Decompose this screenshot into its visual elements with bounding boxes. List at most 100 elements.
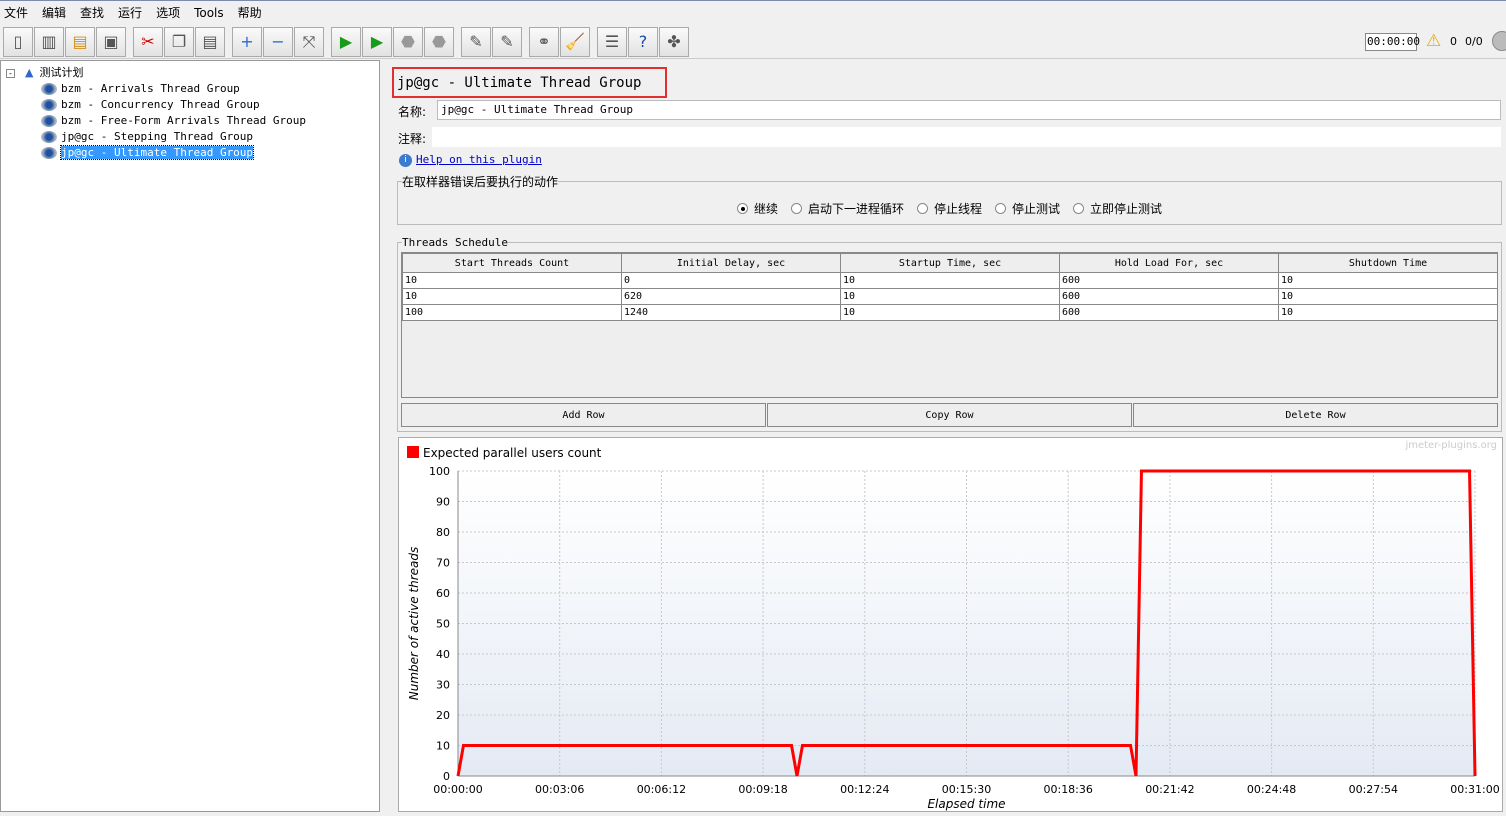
error-action-legend: 在取样器错误后要执行的动作 [402,175,559,189]
menu-item[interactable]: 文件 [4,4,28,21]
table-cell[interactable]: 10 [840,288,1060,305]
start-button[interactable]: ▶ [331,26,361,57]
page-title: jp@gc - Ultimate Thread Group [392,67,667,98]
legend-label: Expected parallel users count [423,446,602,460]
menu-item[interactable]: 帮助 [238,4,262,21]
radio-label: 立即停止测试 [1090,202,1163,216]
menu-item[interactable]: 运行 [118,4,142,21]
delete-row-button[interactable]: Delete Row [1133,403,1498,427]
menu-item[interactable]: 选项 [156,4,180,21]
radio-button[interactable] [791,203,802,214]
thread-group-icon [41,99,57,111]
search-button[interactable]: ⚭ [529,26,559,57]
table-row[interactable]: 100 1240 10 600 10 [402,304,1498,321]
cut-icon: ✂ [141,32,155,51]
table-row[interactable]: 10 0 10 600 10 [402,272,1498,289]
table-cell[interactable]: 10 [1278,272,1498,289]
copy-button[interactable]: ❐ [164,26,194,57]
y-tick-label: 40 [436,648,450,661]
flask-icon: ▲ [25,66,34,79]
table-cell[interactable]: 10 [1278,304,1498,321]
new-icon: ▯ [13,32,23,51]
tree-item[interactable]: bzm - Arrivals Thread Group [41,81,240,97]
tree-root-label: 测试计划 [39,66,84,79]
menu-item[interactable]: 查找 [80,4,104,21]
tree-item[interactable]: jp@gc - Ultimate Thread Group [41,145,255,161]
cut-button[interactable]: ✂ [133,26,163,57]
function-helper-icon: ☰ [604,32,620,51]
reset-search-icon: 🧹 [565,32,585,51]
templates-button[interactable]: ▥ [34,26,64,57]
open-button[interactable]: ▤ [65,26,95,57]
copy-row-button[interactable]: Copy Row [767,403,1132,427]
tree-root[interactable]: - ▲ 测试计划 [6,65,83,81]
radio-button[interactable] [737,203,748,214]
y-tick-label: 20 [436,709,450,722]
toggle-button[interactable]: ⤧ [294,26,324,57]
menu-item[interactable]: Tools [194,6,224,20]
stop-button[interactable]: ⬣ [393,26,423,57]
table-cell[interactable]: 620 [621,288,841,305]
clear-button[interactable]: ✎ [461,26,491,57]
radio-option[interactable]: 停止线程 [917,200,982,217]
radio-option[interactable]: 启动下一进程循环 [791,200,904,217]
name-field[interactable]: jp@gc - Ultimate Thread Group [437,100,1501,120]
table-cell[interactable]: 10 [840,304,1060,321]
column-header[interactable]: Startup Time, sec [840,253,1060,273]
table-cell[interactable]: 10 [402,272,622,289]
table-cell[interactable]: 600 [1059,272,1279,289]
radio-label: 继续 [754,202,779,216]
tree-item-label: bzm - Free-Form Arrivals Thread Group [61,114,307,127]
warning-icon[interactable]: ⚠ [1426,31,1441,51]
column-header[interactable]: Shutdown Time [1278,253,1498,273]
radio-option[interactable]: 立即停止测试 [1073,200,1162,217]
copy-icon: ❐ [171,32,187,51]
collapse-icon[interactable]: - [6,69,15,78]
radio-button[interactable] [1073,203,1084,214]
save-button[interactable]: ▣ [96,26,126,57]
y-tick-label: 80 [436,526,450,539]
paste-button[interactable]: ▤ [195,26,225,57]
comment-field[interactable] [432,127,1501,147]
function-helper-button[interactable]: ☰ [597,26,627,57]
reset-search-button[interactable]: 🧹 [560,26,590,57]
tree-item[interactable]: jp@gc - Stepping Thread Group [41,129,253,145]
shutdown-button[interactable]: ⬣ [424,26,454,57]
radio-option[interactable]: 停止测试 [995,200,1060,217]
table-cell[interactable]: 1240 [621,304,841,321]
clear-icon: ✎ [469,32,483,51]
remote-button[interactable]: ✤ [659,26,689,57]
table-row[interactable]: 10 620 10 600 10 [402,288,1498,305]
legend-swatch [407,446,419,458]
column-header[interactable]: Initial Delay, sec [621,253,841,273]
table-cell[interactable]: 100 [402,304,622,321]
column-header[interactable]: Hold Load For, sec [1059,253,1279,273]
table-cell[interactable]: 600 [1059,288,1279,305]
table-cell[interactable]: 10 [840,272,1060,289]
start-no-pause-button[interactable]: ▶ [362,26,392,57]
tree-item[interactable]: bzm - Free-Form Arrivals Thread Group [41,113,306,129]
help-button[interactable]: ? [628,26,658,57]
y-tick-label: 60 [436,587,450,600]
stop-icon: ⬣ [401,32,415,51]
expand-button[interactable]: + [232,26,262,57]
help-link[interactable]: Help on this plugin [416,153,542,166]
add-row-button[interactable]: Add Row [401,403,766,427]
table-cell[interactable]: 10 [402,288,622,305]
radio-button[interactable] [917,203,928,214]
table-cell[interactable]: 0 [621,272,841,289]
menu-item[interactable]: 编辑 [42,4,66,21]
schedule-table: Start Threads Count Initial Delay, sec Sta… [402,253,1498,321]
new-button[interactable]: ▯ [3,26,33,57]
column-header[interactable]: Start Threads Count [402,253,622,273]
x-tick-label: 00:31:00 [1450,783,1499,796]
x-tick-label: 00:24:48 [1247,783,1296,796]
collapse-button[interactable]: − [263,26,293,57]
radio-button[interactable] [995,203,1006,214]
clear-all-button[interactable]: ✎ [492,26,522,57]
radio-option[interactable]: 继续 [737,200,778,217]
tree-item[interactable]: bzm - Concurrency Thread Group [41,97,260,113]
x-axis-label: Elapsed time [927,797,1005,811]
table-cell[interactable]: 10 [1278,288,1498,305]
table-cell[interactable]: 600 [1059,304,1279,321]
